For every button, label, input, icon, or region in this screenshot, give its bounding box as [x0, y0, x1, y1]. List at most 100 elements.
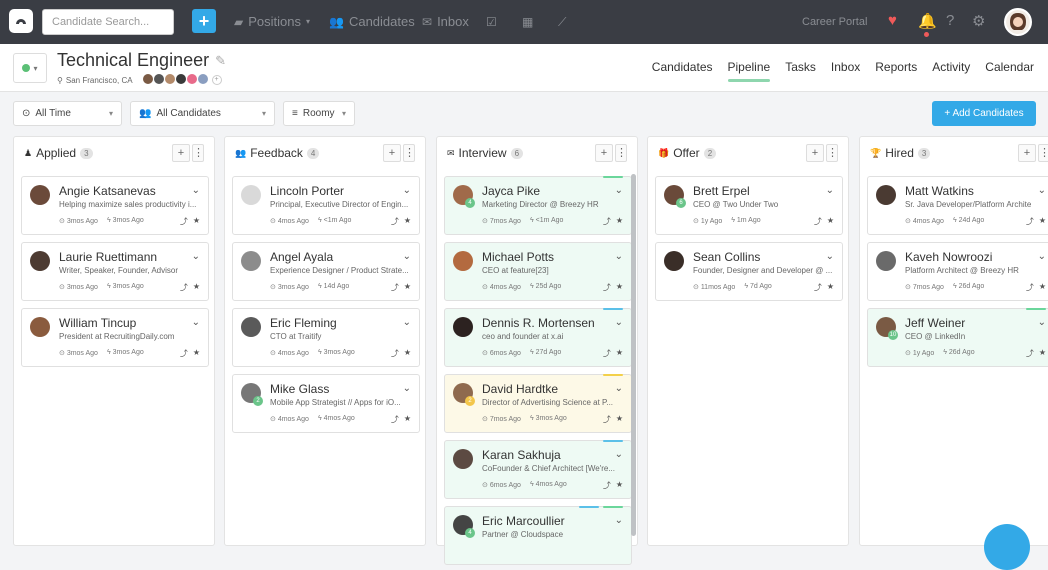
move-stage-icon[interactable]: ⤴: [180, 282, 188, 293]
candidate-name[interactable]: Angel Ayala: [270, 250, 333, 264]
move-stage-icon[interactable]: ⤴: [391, 216, 399, 227]
add-team-member-button[interactable]: +: [211, 75, 222, 85]
column-menu-button[interactable]: ⋮: [1038, 144, 1048, 162]
tab-activity[interactable]: Activity: [932, 44, 970, 92]
column-menu-button[interactable]: ⋮: [403, 144, 415, 162]
tab-reports[interactable]: Reports: [875, 44, 917, 92]
move-stage-icon[interactable]: ⤴: [391, 282, 399, 293]
star-icon[interactable]: ★: [827, 216, 834, 227]
move-stage-icon[interactable]: ⤴: [603, 282, 611, 293]
move-stage-icon[interactable]: ⤴: [1026, 216, 1034, 227]
chevron-down-icon[interactable]: ⌄: [1038, 185, 1046, 196]
candidate-name[interactable]: Lincoln Porter: [270, 184, 344, 198]
star-icon[interactable]: ★: [404, 216, 411, 227]
add-to-stage-button[interactable]: +: [595, 144, 613, 162]
chevron-down-icon[interactable]: ⌄: [615, 185, 623, 196]
move-stage-icon[interactable]: ⤴: [603, 480, 611, 491]
chevron-down-icon[interactable]: ⌄: [826, 185, 834, 196]
candidate-name[interactable]: Brett Erpel: [693, 184, 750, 198]
candidate-card[interactable]: 10 Jeff Weiner ⌄ CEO @ LinkedIn ⊙ 1y Ago ϟ 26…: [867, 308, 1048, 367]
chevron-down-icon[interactable]: ⌄: [192, 185, 200, 196]
chat-launcher-button[interactable]: [984, 524, 1030, 570]
move-stage-icon[interactable]: ⤴: [814, 282, 822, 293]
chevron-down-icon[interactable]: ⌄: [192, 251, 200, 262]
career-portal-link[interactable]: Career Portal: [802, 0, 867, 44]
candidate-card[interactable]: Angie Katsanevas ⌄ Helping maximize sales …: [21, 176, 209, 235]
help-icon[interactable]: ?: [946, 12, 954, 29]
nav-tasks[interactable]: ☑: [486, 0, 497, 44]
bell-icon[interactable]: 🔔: [918, 12, 937, 30]
candidate-name[interactable]: Eric Fleming: [270, 316, 337, 330]
add-to-stage-button[interactable]: +: [1018, 144, 1036, 162]
chevron-down-icon[interactable]: ⌄: [1038, 251, 1046, 262]
position-status-dropdown[interactable]: ▾: [13, 53, 47, 83]
chevron-down-icon[interactable]: ⌄: [403, 383, 411, 394]
chevron-down-icon[interactable]: ⌄: [615, 383, 623, 394]
column-scrollbar[interactable]: [631, 174, 636, 536]
star-icon[interactable]: ★: [616, 282, 623, 293]
star-icon[interactable]: ★: [616, 480, 623, 491]
move-stage-icon[interactable]: ⤴: [1026, 348, 1034, 359]
candidate-card[interactable]: Michael Potts ⌄ CEO at feature[23] ⊙ 4mos A…: [444, 242, 632, 301]
chevron-down-icon[interactable]: ⌄: [615, 317, 623, 328]
candidate-card[interactable]: 4 Jayca Pike ⌄ Marketing Director @ Breezy …: [444, 176, 632, 235]
candidate-name[interactable]: Jayca Pike: [482, 184, 540, 198]
candidate-card[interactable]: Matt Watkins ⌄ Sr. Java Developer/Platform…: [867, 176, 1048, 235]
chevron-down-icon[interactable]: ⌄: [615, 251, 623, 262]
candidate-name[interactable]: Mike Glass: [270, 382, 329, 396]
add-candidates-button[interactable]: + Add Candidates: [932, 101, 1036, 126]
heart-icon[interactable]: ♥: [888, 12, 897, 29]
candidate-card[interactable]: Eric Fleming ⌄ CTO at Traitify ⊙ 4mos Ago ϟ …: [232, 308, 420, 367]
column-menu-button[interactable]: ⋮: [615, 144, 627, 162]
chevron-down-icon[interactable]: ⌄: [615, 515, 623, 526]
star-icon[interactable]: ★: [193, 216, 200, 227]
candidate-name[interactable]: David Hardtke: [482, 382, 558, 396]
candidate-card[interactable]: Dennis R. Mortensen ⌄ ceo and founder at x…: [444, 308, 632, 367]
candidate-name[interactable]: Laurie Ruettimann: [59, 250, 157, 264]
star-icon[interactable]: ★: [1039, 348, 1046, 359]
nav-candidates[interactable]: 👥 Candidates: [329, 0, 415, 44]
star-icon[interactable]: ★: [616, 348, 623, 359]
move-stage-icon[interactable]: ⤴: [391, 414, 399, 425]
edit-icon[interactable]: ✎: [215, 53, 226, 69]
view-density-dropdown[interactable]: ≡ Roomy ▾: [283, 101, 355, 126]
tab-tasks[interactable]: Tasks: [785, 44, 816, 92]
nav-inbox[interactable]: ✉ Inbox: [422, 0, 469, 44]
chevron-down-icon[interactable]: ⌄: [403, 317, 411, 328]
add-to-stage-button[interactable]: +: [806, 144, 824, 162]
app-logo[interactable]: [9, 9, 33, 33]
gear-icon[interactable]: ⚙: [972, 12, 985, 30]
candidate-card[interactable]: Kaveh Nowroozi ⌄ Platform Architect @ Bree…: [867, 242, 1048, 301]
candidate-search-input[interactable]: Candidate Search...: [42, 9, 174, 35]
candidate-card[interactable]: 2 David Hardtke ⌄ Director of Advertising S…: [444, 374, 632, 433]
star-icon[interactable]: ★: [404, 414, 411, 425]
chevron-down-icon[interactable]: ⌄: [1038, 317, 1046, 328]
candidate-name[interactable]: Sean Collins: [693, 250, 760, 264]
star-icon[interactable]: ★: [616, 216, 623, 227]
move-stage-icon[interactable]: ⤴: [180, 348, 188, 359]
move-stage-icon[interactable]: ⤴: [603, 216, 611, 227]
candidate-card[interactable]: Lincoln Porter ⌄ Principal, Executive Dire…: [232, 176, 420, 235]
tab-calendar[interactable]: Calendar: [985, 44, 1034, 92]
add-to-stage-button[interactable]: +: [172, 144, 190, 162]
candidate-card[interactable]: Sean Collins ⌄ Founder, Designer and Devel…: [655, 242, 843, 301]
star-icon[interactable]: ★: [827, 282, 834, 293]
user-avatar[interactable]: [1004, 8, 1032, 36]
quick-add-button[interactable]: +: [192, 9, 216, 33]
star-icon[interactable]: ★: [404, 282, 411, 293]
star-icon[interactable]: ★: [1039, 282, 1046, 293]
candidate-card[interactable]: Angel Ayala ⌄ Experience Designer / Produc…: [232, 242, 420, 301]
candidate-card[interactable]: Karan Sakhuja ⌄ CoFounder & Chief Architec…: [444, 440, 632, 499]
candidate-name[interactable]: Matt Watkins: [905, 184, 974, 198]
candidate-name[interactable]: William Tincup: [59, 316, 136, 330]
chevron-down-icon[interactable]: ⌄: [192, 317, 200, 328]
candidate-card[interactable]: 2 Mike Glass ⌄ Mobile App Strategist // App…: [232, 374, 420, 433]
star-icon[interactable]: ★: [193, 282, 200, 293]
move-stage-icon[interactable]: ⤴: [603, 348, 611, 359]
move-stage-icon[interactable]: ⤴: [814, 216, 822, 227]
add-to-stage-button[interactable]: +: [383, 144, 401, 162]
time-filter-dropdown[interactable]: ⊙ All Time ▾: [13, 101, 122, 126]
move-stage-icon[interactable]: ⤴: [603, 414, 611, 425]
candidate-name[interactable]: Michael Potts: [482, 250, 554, 264]
chevron-down-icon[interactable]: ⌄: [615, 449, 623, 460]
